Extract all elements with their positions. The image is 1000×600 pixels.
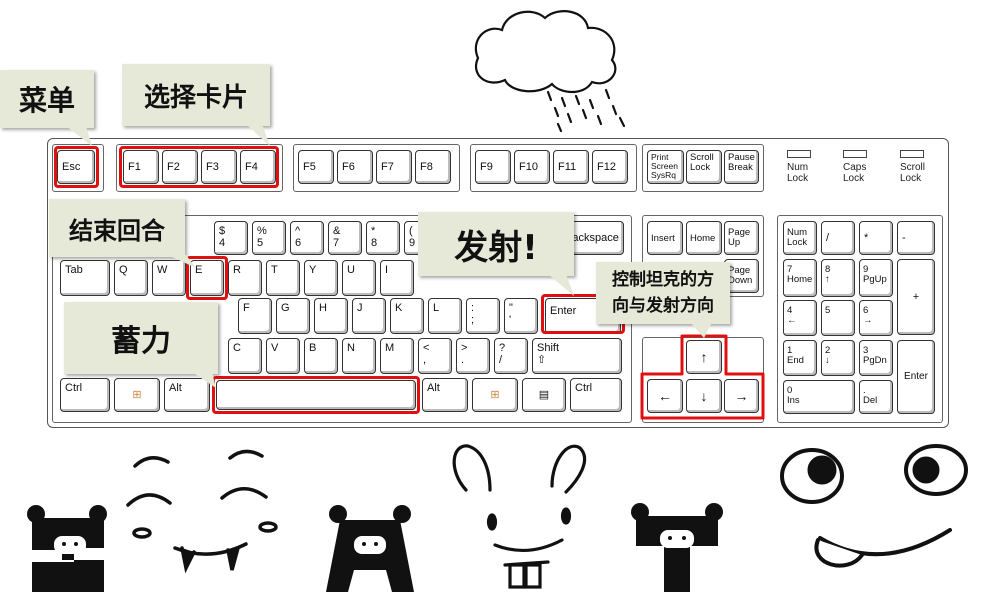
callout-charge-tail [192, 372, 216, 388]
